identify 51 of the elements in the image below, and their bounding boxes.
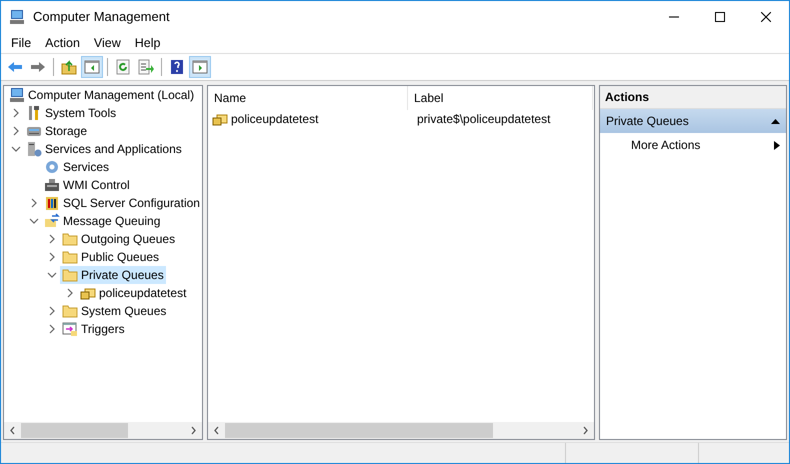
tree-button[interactable] <box>81 56 103 78</box>
tree-item[interactable]: policeupdatetest <box>78 284 188 302</box>
menu-item[interactable]: Help <box>128 36 166 50</box>
pane-icon <box>192 59 208 75</box>
tree-item[interactable]: Computer Management (Local) <box>7 86 196 104</box>
up-icon <box>61 59 77 75</box>
table-cell-text: private$\policeupdatetest <box>416 112 550 126</box>
scrollbar-thumb[interactable] <box>225 423 493 438</box>
tree-item[interactable]: Public Queues <box>60 248 162 266</box>
computer-icon <box>9 8 25 24</box>
server-icon <box>26 141 42 157</box>
tree-item[interactable]: Storage <box>24 122 90 140</box>
actions-header: Actions <box>600 86 786 109</box>
tree-item[interactable]: System Queues <box>60 302 168 320</box>
tools-icon <box>26 105 42 121</box>
window-title: Computer Management <box>33 9 171 24</box>
folder-icon <box>62 231 78 247</box>
folder-icon <box>62 267 78 283</box>
tree-item[interactable]: System Tools <box>24 104 118 122</box>
menu-item[interactable]: File <box>5 36 38 50</box>
tree-item[interactable]: Private Queues <box>60 266 166 284</box>
tree-item[interactable]: Services and Applications <box>24 140 184 158</box>
tree-item[interactable]: SQL Server Configuration <box>42 194 202 212</box>
export-icon <box>138 59 154 75</box>
forward-icon <box>30 59 46 75</box>
folder-icon <box>62 303 78 319</box>
collapse-icon[interactable] <box>771 118 780 124</box>
menu-item[interactable]: View <box>88 36 127 50</box>
table-cell: policeupdatetest <box>208 111 408 127</box>
action-item[interactable]: More Actions <box>600 133 786 157</box>
column-header[interactable]: Label <box>408 86 593 110</box>
computer-icon <box>9 87 25 103</box>
maximize-icon <box>715 12 725 22</box>
gear-icon <box>44 159 60 175</box>
triggers-icon <box>62 321 78 337</box>
tree-item[interactable]: Services <box>42 158 112 176</box>
tree-icon <box>84 59 100 75</box>
menu-item[interactable]: Action <box>39 36 86 50</box>
tree-item[interactable]: Outgoing Queues <box>60 230 178 248</box>
actions-section[interactable]: Private Queues <box>600 109 786 133</box>
column-header[interactable]: Name <box>208 86 408 110</box>
tree-item[interactable]: WMI Control <box>42 176 132 194</box>
back-icon <box>7 59 23 75</box>
pane-button[interactable] <box>189 56 211 78</box>
tree-item[interactable]: Message Queuing <box>42 212 162 230</box>
submenu-arrow-icon <box>774 140 780 150</box>
refresh-icon <box>115 59 131 75</box>
help-icon <box>169 59 185 75</box>
close-icon <box>761 12 771 22</box>
scrollbar-thumb[interactable] <box>21 423 128 438</box>
tree-item[interactable]: Triggers <box>60 320 127 338</box>
